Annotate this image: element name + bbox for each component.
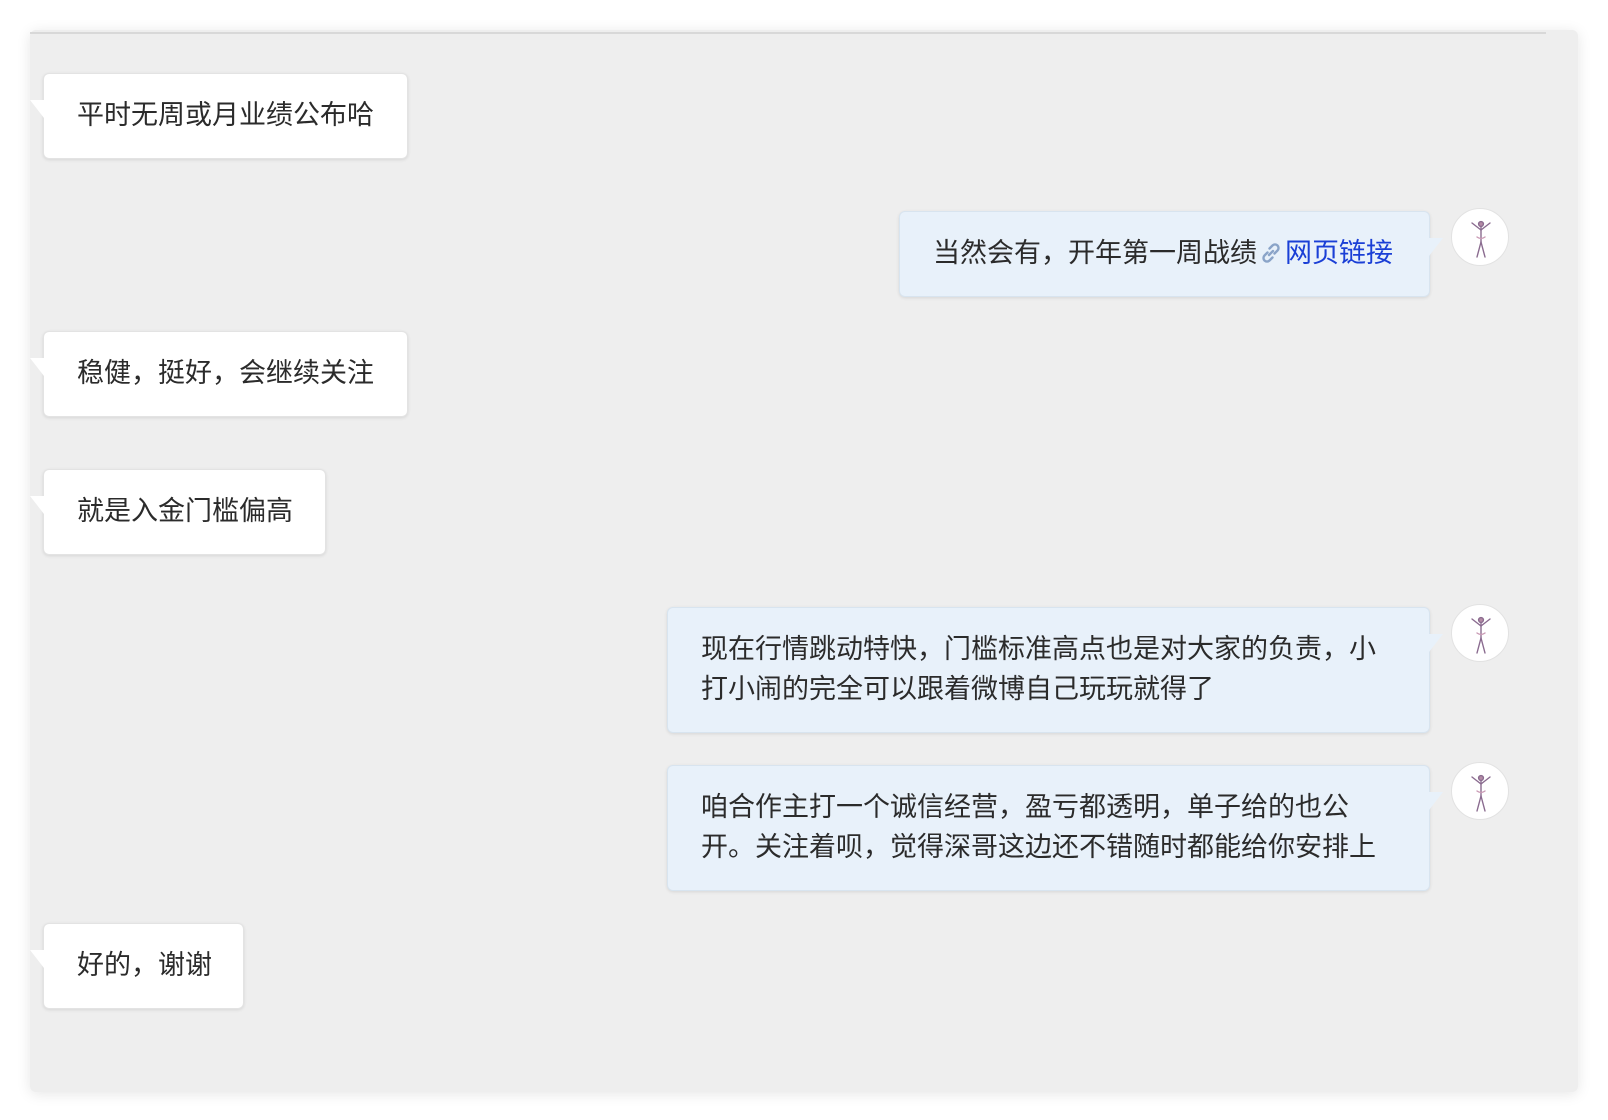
message-line: 咱合作主打一个诚信经营，盈亏都透明，单子给的也公 — [701, 792, 1349, 823]
incoming-message[interactable]: 就是入金门槛偏高 — [30, 469, 326, 555]
outgoing-message[interactable]: 现在行情跳动特快，门槛标准高点也是对大家的负责，小 打小闹的完全可以跟着微博自己… — [667, 607, 1443, 733]
message-text: 平时无周或月业绩公布哈 — [77, 100, 374, 131]
dancer-figure-avatar — [1471, 220, 1491, 258]
sender-avatar[interactable] — [1451, 208, 1509, 266]
link-icon — [1257, 239, 1285, 267]
message-text: 好的，谢谢 — [77, 950, 212, 981]
chat-panel: 平时无周或月业绩公布哈 当然会有，开年第一周战绩 网页链接 稳健，挺好，会继续关注… — [30, 30, 1578, 1092]
message-line: 现在行情跳动特快，门槛标准高点也是对大家的负责，小 — [701, 634, 1376, 665]
message-line: 打小闹的完全可以跟着微博自己玩玩就得了 — [701, 674, 1214, 705]
dancer-figure-avatar — [1471, 774, 1491, 812]
incoming-message[interactable]: 好的，谢谢 — [30, 923, 244, 1009]
incoming-message[interactable]: 平时无周或月业绩公布哈 — [30, 73, 408, 159]
outgoing-message[interactable]: 咱合作主打一个诚信经营，盈亏都透明，单子给的也公 开。关注着呗，觉得深哥这边还不… — [667, 765, 1443, 891]
message-text: 就是入金门槛偏高 — [77, 496, 293, 527]
web-link[interactable]: 网页链接 — [1285, 238, 1393, 269]
message-line: 开。关注着呗，觉得深哥这边还不错随时都能给你安排上 — [701, 832, 1376, 863]
sender-avatar[interactable] — [1451, 604, 1509, 662]
top-divider — [30, 32, 1546, 34]
message-text: 当然会有，开年第一周战绩 — [933, 238, 1257, 269]
sender-avatar[interactable] — [1451, 762, 1509, 820]
outgoing-message[interactable]: 当然会有，开年第一周战绩 网页链接 — [899, 211, 1443, 297]
incoming-message[interactable]: 稳健，挺好，会继续关注 — [30, 331, 408, 417]
dancer-figure-avatar — [1471, 616, 1491, 654]
message-text: 稳健，挺好，会继续关注 — [77, 358, 374, 389]
